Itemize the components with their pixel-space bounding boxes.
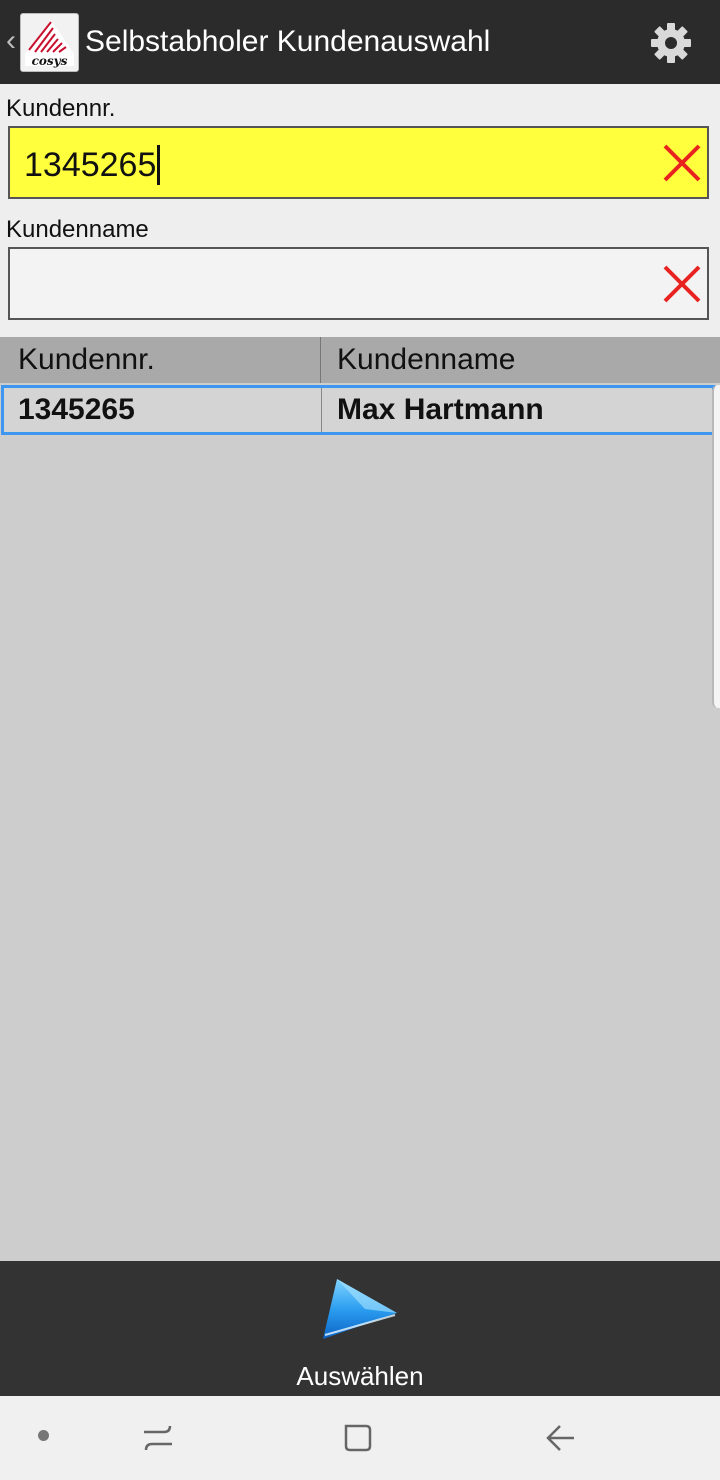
cell-kundennr: 1345265 xyxy=(18,393,135,426)
kundennr-label: Kundennr. xyxy=(6,95,116,122)
page-title: Selbstabholer Kundenauswahl xyxy=(85,25,491,58)
dot-icon[interactable] xyxy=(38,1430,49,1441)
select-button[interactable]: Auswählen xyxy=(270,1261,450,1396)
kundennr-input[interactable]: 1345265 xyxy=(8,126,709,199)
customer-list[interactable]: 1345265 Max Hartmann xyxy=(0,383,720,1261)
back-arrow-icon[interactable] xyxy=(540,1418,580,1458)
table-row[interactable]: 1345265 Max Hartmann xyxy=(1,385,715,435)
home-icon[interactable] xyxy=(338,1418,378,1458)
close-icon[interactable] xyxy=(661,142,703,184)
cell-kundenname: Max Hartmann xyxy=(337,393,544,426)
svg-text:cosys: cosys xyxy=(32,54,68,68)
gear-icon[interactable] xyxy=(648,20,694,66)
table-header: Kundennr. Kundenname xyxy=(0,337,720,383)
recent-apps-icon[interactable] xyxy=(138,1418,178,1458)
column-divider xyxy=(320,337,321,383)
column-header-kundenname[interactable]: Kundenname xyxy=(337,337,515,383)
column-header-kundennr[interactable]: Kundennr. xyxy=(18,337,155,383)
app-bar: ‹ cosys Selbstabholer Kundenauswahl xyxy=(0,0,720,84)
app-logo[interactable]: cosys xyxy=(20,13,79,72)
close-icon[interactable] xyxy=(661,263,703,305)
select-button-label: Auswählen xyxy=(296,1361,424,1391)
bottom-action-bar: Auswählen xyxy=(0,1261,720,1396)
kundennr-input-value: 1345265 xyxy=(24,145,161,185)
column-divider xyxy=(321,388,322,432)
kundenname-label: Kundenname xyxy=(6,216,149,243)
play-arrow-icon xyxy=(315,1269,405,1349)
scrollbar[interactable] xyxy=(712,385,720,708)
kundenname-input[interactable] xyxy=(8,247,709,320)
system-navigation-bar xyxy=(0,1396,720,1480)
chevron-left-icon[interactable]: ‹ xyxy=(6,26,16,56)
text-cursor xyxy=(157,145,161,185)
